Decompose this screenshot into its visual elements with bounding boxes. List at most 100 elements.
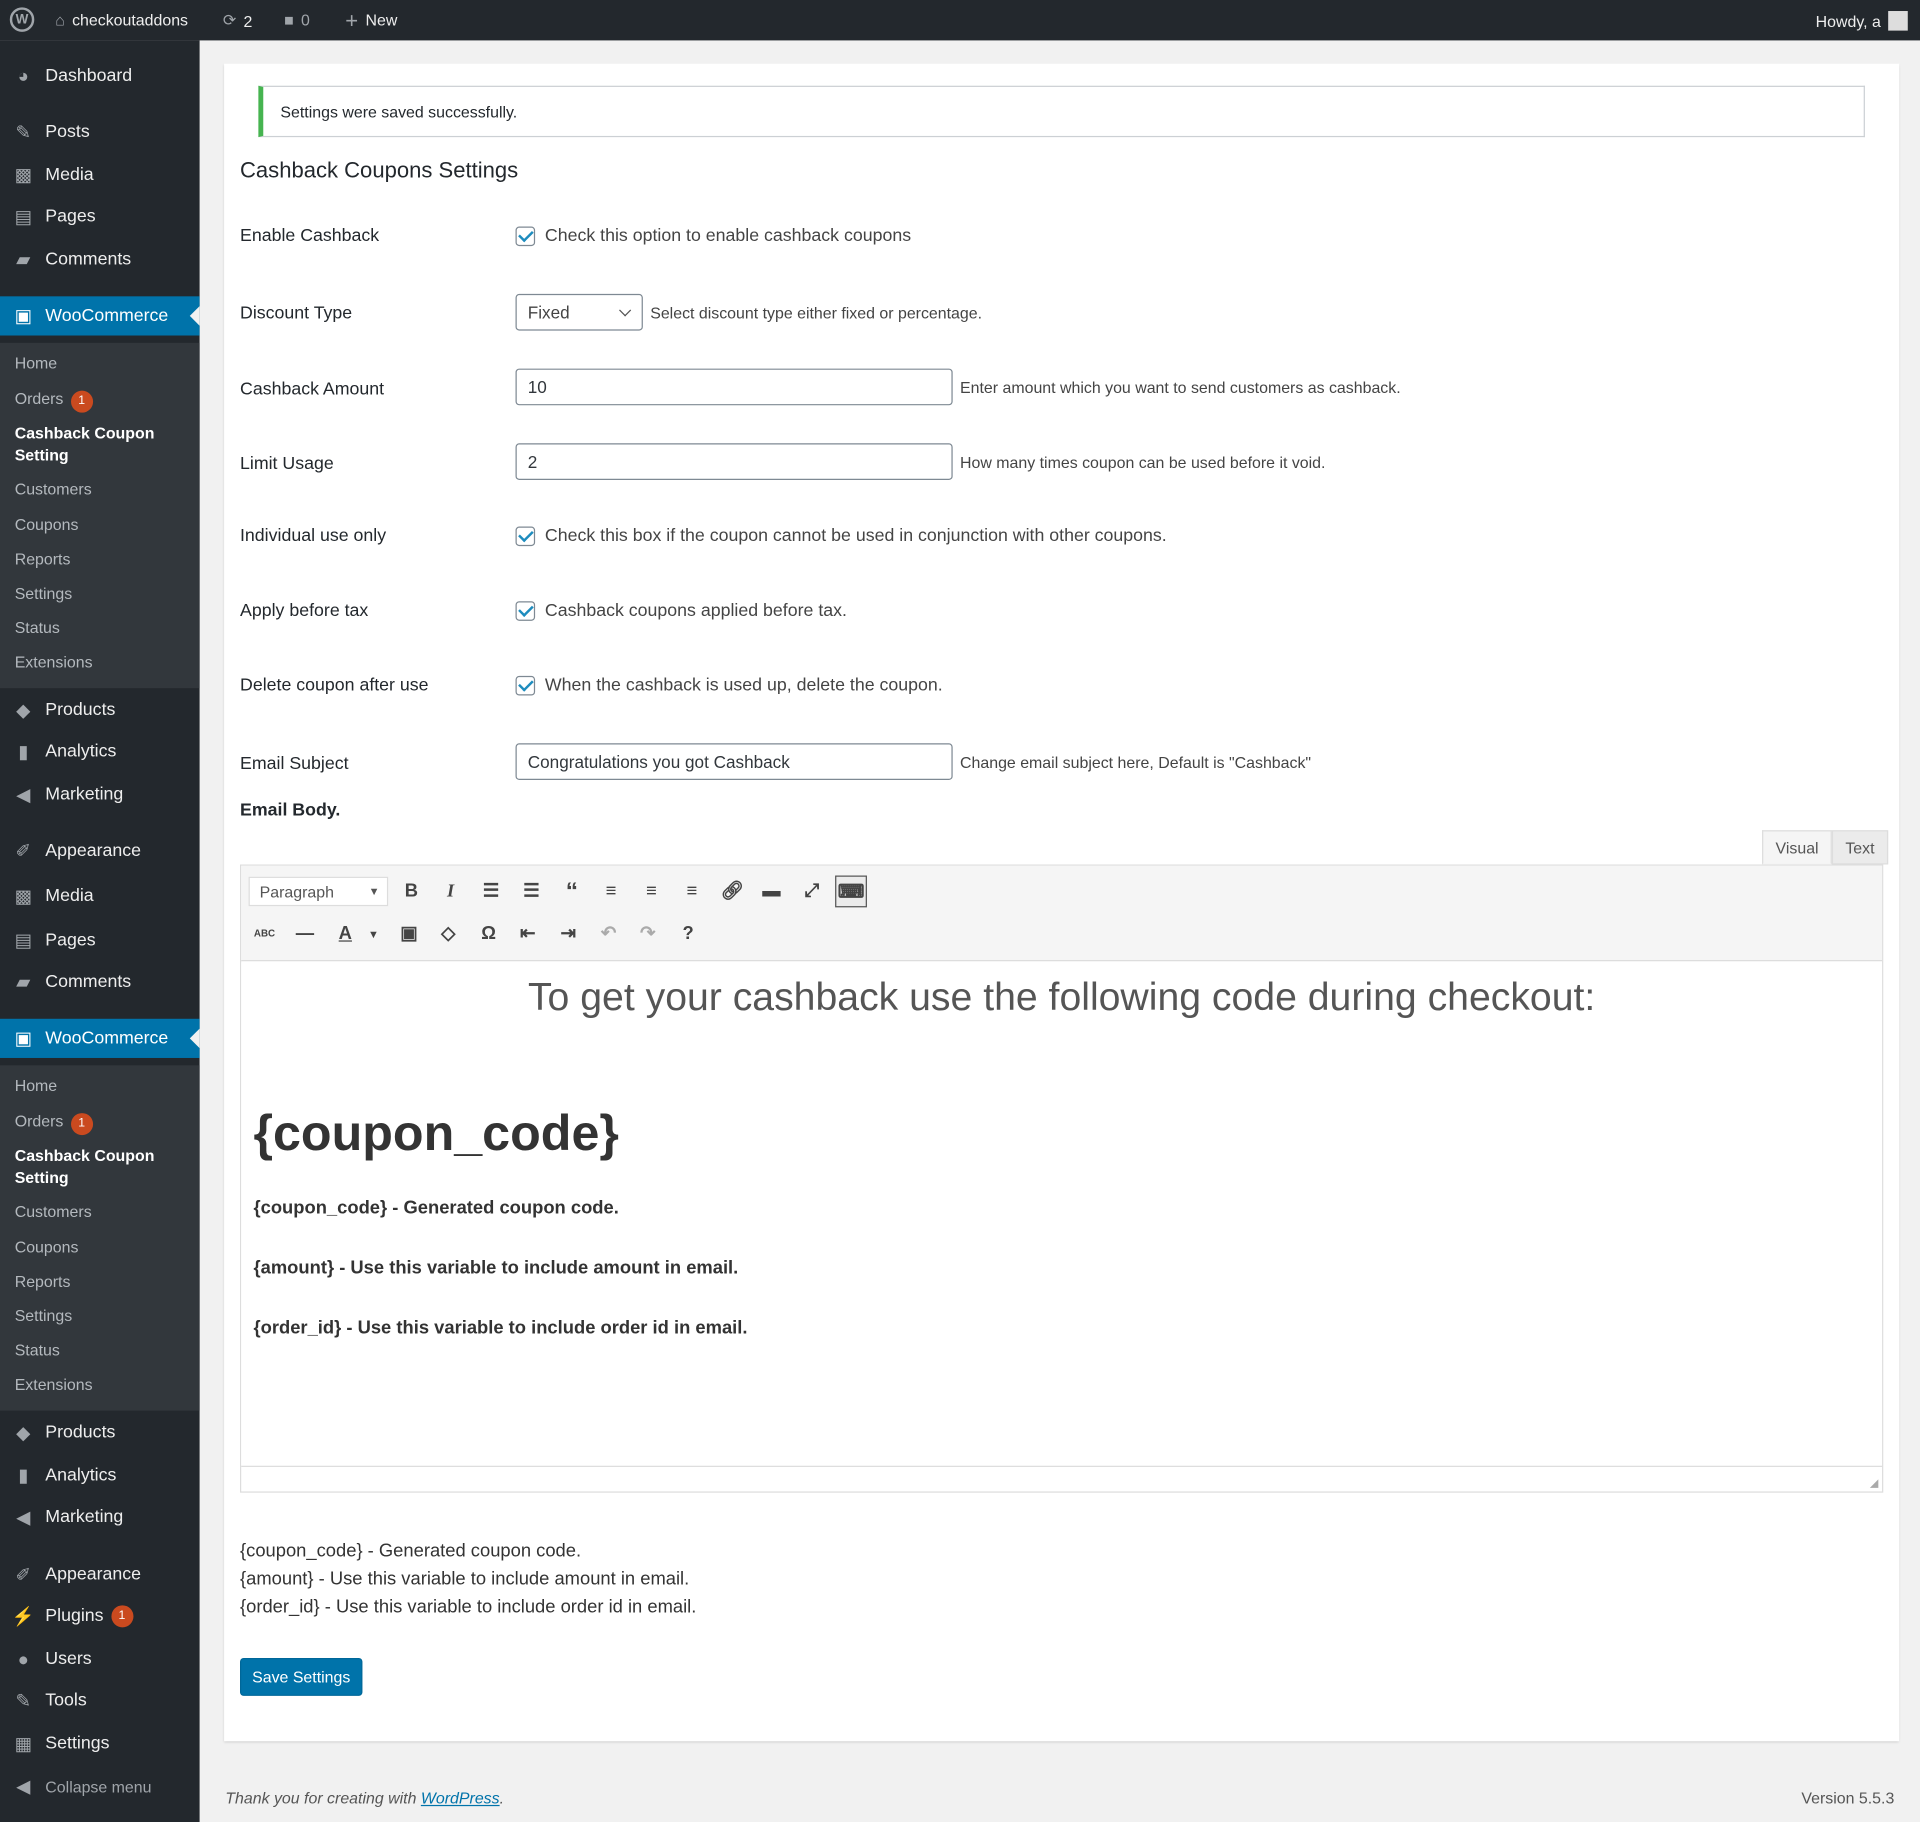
- submenu-item-extensions[interactable]: Extensions: [15, 651, 93, 673]
- sidebar-item-woocommerce[interactable]: ▣ WooCommerce: [0, 296, 200, 336]
- cashback-amount-input[interactable]: 10: [515, 368, 953, 406]
- sidebar-item-pages[interactable]: ▤ Pages: [0, 926, 200, 955]
- sidebar-item-analytics[interactable]: ▮ Analytics: [0, 737, 200, 766]
- discount-type-select[interactable]: Fixed: [515, 293, 643, 331]
- delete-after-use-desc: When the cashback is used up, delete the…: [544, 675, 943, 696]
- toolbar-toggle-icon[interactable]: ⌨: [835, 875, 867, 908]
- tab-visual[interactable]: Visual: [1762, 830, 1833, 865]
- tab-text[interactable]: Text: [1831, 830, 1888, 865]
- sidebar-item-marketing[interactable]: ◀ Marketing: [0, 780, 200, 809]
- blockquote-icon[interactable]: “: [556, 876, 588, 908]
- products-icon: ◆: [16, 1422, 31, 1444]
- delete-after-use-checkbox[interactable]: [515, 675, 536, 696]
- sidebar-item-users[interactable]: ● Users: [0, 1645, 200, 1674]
- fullscreen-icon[interactable]: ⤢: [796, 876, 828, 908]
- products-icon: ◆: [16, 700, 31, 722]
- read-more-icon[interactable]: ▬: [756, 876, 788, 908]
- apply-before-tax-checkbox[interactable]: [515, 601, 536, 621]
- limit-usage-input[interactable]: 2: [515, 443, 953, 481]
- align-right-icon[interactable]: ≡: [676, 876, 708, 908]
- link-icon[interactable]: 🔗︎: [716, 876, 748, 908]
- submenu-item-settings[interactable]: Settings: [15, 1305, 73, 1327]
- submenu-item-cashback-coupon-setting[interactable]: Cashback Coupon Setting: [15, 1145, 174, 1189]
- text-color-caret-icon[interactable]: ▼: [358, 918, 390, 950]
- individual-use-checkbox[interactable]: [515, 526, 536, 547]
- submenu-item-customers[interactable]: Customers: [15, 1201, 92, 1223]
- submenu-item-extensions[interactable]: Extensions: [15, 1374, 93, 1396]
- submenu-item-home[interactable]: Home: [15, 353, 57, 375]
- submenu-item-coupons[interactable]: Coupons: [15, 514, 79, 536]
- wordpress-link[interactable]: WordPress: [421, 1789, 500, 1807]
- submenu-item-status[interactable]: Status: [15, 1340, 60, 1362]
- sidebar-item-settings[interactable]: ▦ Settings: [0, 1729, 200, 1758]
- sidebar-item-appearance[interactable]: ✐ Appearance: [0, 1560, 200, 1589]
- strikethrough-icon[interactable]: ABC: [249, 918, 281, 950]
- sidebar-item-label: WooCommerce: [45, 306, 169, 326]
- sidebar-item-analytics[interactable]: ▮ Analytics: [0, 1461, 200, 1490]
- variable-help: {order_id} - Use this variable to includ…: [240, 1596, 697, 1618]
- sidebar-item-pages[interactable]: ▤ Pages: [0, 202, 200, 231]
- email-line: {coupon_code} - Generated coupon code.: [253, 1197, 619, 1219]
- sidebar-item-media[interactable]: ▩ Media: [0, 160, 200, 189]
- clear-formatting-icon[interactable]: ◇: [432, 918, 464, 950]
- italic-icon[interactable]: I: [435, 876, 467, 908]
- submenu-item-orders[interactable]: Orders 1: [15, 1111, 93, 1136]
- paste-text-icon[interactable]: ▣: [393, 918, 425, 950]
- submenu-item-home[interactable]: Home: [15, 1075, 57, 1097]
- sidebar-item-dashboard[interactable]: ◕ Dashboard: [0, 61, 200, 90]
- submenu-item-cashback-coupon-setting[interactable]: Cashback Coupon Setting: [15, 422, 174, 466]
- submenu-item-settings[interactable]: Settings: [15, 583, 73, 605]
- submenu-item-customers[interactable]: Customers: [15, 479, 92, 501]
- sidebar-item-products[interactable]: ◆ Products: [0, 1418, 200, 1447]
- special-character-icon[interactable]: Ω: [473, 918, 505, 950]
- updates-link[interactable]: ⟳ 2: [223, 11, 253, 31]
- submenu-item-status[interactable]: Status: [15, 617, 60, 639]
- undo-icon[interactable]: ↶: [593, 918, 625, 950]
- dashboard-icon: ◕: [17, 65, 29, 87]
- enable-cashback-checkbox[interactable]: [515, 226, 536, 247]
- numbered-list-icon[interactable]: ☰: [516, 876, 548, 908]
- sidebar-item-marketing[interactable]: ◀ Marketing: [0, 1502, 200, 1531]
- bold-icon[interactable]: B: [396, 876, 428, 908]
- format-select[interactable]: Paragraph ▼: [248, 876, 389, 907]
- submenu-item-orders[interactable]: Orders 1: [15, 388, 93, 413]
- horizontal-line-icon[interactable]: —: [289, 918, 321, 950]
- align-center-icon[interactable]: ≡: [636, 876, 668, 908]
- sidebar-item-comments[interactable]: ▰ Comments: [0, 967, 200, 996]
- sidebar-item-plugins[interactable]: ⚡ Plugins 1: [0, 1602, 200, 1631]
- sidebar-item-collapse-menu[interactable]: ◀ Collapse menu: [0, 1772, 200, 1801]
- sidebar-item-comments[interactable]: ▰ Comments: [0, 245, 200, 274]
- outdent-icon[interactable]: ⇤: [512, 918, 544, 950]
- wordpress-logo-icon[interactable]: W: [9, 7, 35, 32]
- account-menu[interactable]: Howdy, a: [1816, 11, 1908, 31]
- sidebar-item-label: Marketing: [45, 1507, 124, 1527]
- sidebar-item-products[interactable]: ◆ Products: [0, 696, 200, 725]
- editor-toolbar: Paragraph ▼ B I ☰ ☰ “ ≡ ≡ ≡ 🔗︎ ▬ ⤢ ⌨ ABC …: [241, 865, 1883, 962]
- submenu-item-reports[interactable]: Reports: [15, 549, 71, 571]
- resize-handle-icon[interactable]: ◢: [1870, 1477, 1878, 1490]
- success-notice: Settings were saved successfully.: [258, 85, 1865, 138]
- limit-usage-desc: How many times coupon can be used before…: [960, 452, 1326, 471]
- indent-icon[interactable]: ⇥: [552, 918, 584, 950]
- submenu-item-reports[interactable]: Reports: [15, 1271, 71, 1293]
- text-color-icon[interactable]: A: [329, 918, 361, 950]
- save-settings-button[interactable]: Save Settings: [240, 1657, 363, 1696]
- sidebar-item-posts[interactable]: ✎ Posts: [0, 118, 200, 147]
- variable-help: {coupon_code} - Generated coupon code.: [240, 1540, 582, 1562]
- site-name-link[interactable]: ⌂ checkoutaddons: [55, 11, 188, 29]
- submenu-item-coupons[interactable]: Coupons: [15, 1237, 79, 1259]
- sidebar-item-media[interactable]: ▩ Media: [0, 882, 200, 911]
- redo-icon[interactable]: ↷: [632, 918, 664, 950]
- email-subject-input[interactable]: Congratulations you got Cashback: [515, 743, 953, 781]
- sidebar-item-appearance[interactable]: ✐ Appearance: [0, 836, 200, 865]
- new-content-link[interactable]: + New: [345, 9, 397, 31]
- discount-type-desc: Select discount type either fixed or per…: [650, 303, 983, 322]
- help-icon[interactable]: ?: [672, 918, 704, 950]
- align-left-icon[interactable]: ≡: [595, 876, 627, 908]
- editor-content[interactable]: To get your cashback use the following c…: [241, 962, 1883, 1466]
- version: Version 5.5.3: [1801, 1788, 1895, 1808]
- sidebar-item-tools[interactable]: ✎ Tools: [0, 1686, 200, 1715]
- sidebar-item-woocommerce[interactable]: ▣ WooCommerce: [0, 1018, 200, 1058]
- bullet-list-icon[interactable]: ☰: [475, 876, 507, 908]
- comments-link[interactable]: ■ 0: [284, 11, 310, 29]
